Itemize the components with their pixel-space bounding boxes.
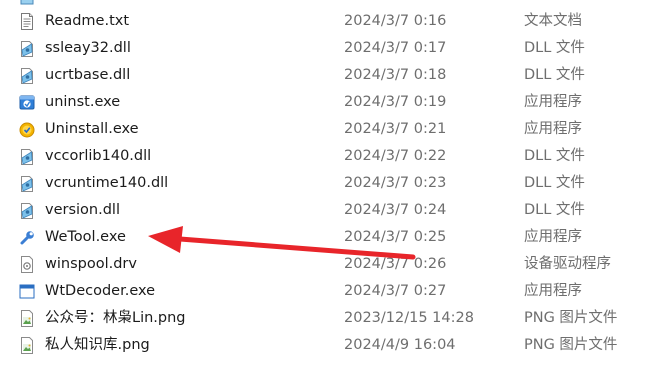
file-row[interactable]: 公众号：林枭Lin.png 2023/12/15 14:28 PNG 图片文件: [0, 305, 656, 332]
file-date: 2024/3/7 0:25: [344, 229, 447, 245]
file-name: Readme.txt: [45, 13, 130, 29]
file-row[interactable]: vcruntime140.dll 2024/3/7 0:23 DLL 文件: [0, 170, 656, 197]
file-type: 文本文档: [524, 13, 582, 29]
wrench-app-icon: [19, 229, 35, 246]
uninstall-app-icon: [19, 121, 35, 138]
file-date: 2024/3/7 0:24: [344, 202, 447, 218]
file-row-wetool[interactable]: WeTool.exe 2024/3/7 0:25 应用程序: [0, 224, 656, 251]
driver-file-icon: [19, 256, 35, 273]
installer-app-icon: [19, 94, 35, 111]
file-name: vccorlib140.dll: [45, 148, 152, 164]
file-row[interactable]: vccorlib140.dll 2024/3/7 0:22 DLL 文件: [0, 143, 656, 170]
file-row[interactable]: ssleay32.dll 2024/3/7 0:17 DLL 文件: [0, 35, 656, 62]
file-date: 2024/3/7 0:22: [344, 148, 447, 164]
file-row[interactable]: 私人知识库.png 2024/4/9 16:04 PNG 图片文件: [0, 332, 656, 359]
file-name: vcruntime140.dll: [45, 175, 169, 191]
file-name: WeTool.exe: [45, 229, 126, 245]
file-type: 应用程序: [524, 283, 582, 299]
file-date: 2024/3/7 0:27: [344, 283, 447, 299]
file-type: 应用程序: [524, 94, 582, 110]
file-type: DLL 文件: [524, 40, 585, 56]
text-file-icon: [19, 13, 35, 30]
dll-file-icon: [19, 175, 35, 192]
file-name: version.dll: [45, 202, 120, 218]
file-row[interactable]: version.dll 2024/3/7 0:24 DLL 文件: [0, 197, 656, 224]
file-type: 应用程序: [524, 229, 582, 245]
file-name: 私人知识库.png: [45, 337, 150, 353]
file-date: 2024/3/7 0:26: [344, 256, 447, 272]
file-type: PNG 图片文件: [524, 337, 618, 353]
file-row[interactable]: ucrtbase.dll 2024/3/7 0:18 DLL 文件: [0, 62, 656, 89]
dll-file-icon: [19, 40, 35, 57]
file-date: 2023/12/15 14:28: [344, 310, 474, 326]
partial-file-icon: [19, 0, 35, 5]
file-date: 2024/4/9 16:04: [344, 337, 456, 353]
file-date: 2024/3/7 0:19: [344, 94, 447, 110]
file-date: 2024/3/7 0:18: [344, 67, 447, 83]
file-type: 设备驱动程序: [524, 256, 611, 272]
file-date: 2024/3/7 0:21: [344, 121, 447, 137]
file-type: DLL 文件: [524, 202, 585, 218]
dll-file-icon: [19, 202, 35, 219]
file-type: DLL 文件: [524, 148, 585, 164]
file-row[interactable]: WtDecoder.exe 2024/3/7 0:27 应用程序: [0, 278, 656, 305]
file-name: uninst.exe: [45, 94, 121, 110]
dll-file-icon: [19, 67, 35, 84]
file-list: Readme.txt 2024/3/7 0:16 文本文档 ssleay32.d…: [0, 0, 656, 375]
file-name: ucrtbase.dll: [45, 67, 131, 83]
png-image-icon: [19, 310, 35, 327]
file-type: DLL 文件: [524, 67, 585, 83]
file-name: ssleay32.dll: [45, 40, 131, 56]
file-row[interactable]: winspool.drv 2024/3/7 0:26 设备驱动程序: [0, 251, 656, 278]
file-row[interactable]: Readme.txt 2024/3/7 0:16 文本文档: [0, 8, 656, 35]
file-name: WtDecoder.exe: [45, 283, 156, 299]
file-type: DLL 文件: [524, 175, 585, 191]
file-date: 2024/3/7 0:23: [344, 175, 447, 191]
png-image-icon: [19, 337, 35, 354]
file-date: 2024/3/7 0:16: [344, 13, 447, 29]
file-date: 2024/3/7 0:17: [344, 40, 447, 56]
file-name: winspool.drv: [45, 256, 137, 272]
file-name: Uninstall.exe: [45, 121, 139, 137]
dll-file-icon: [19, 148, 35, 165]
file-name: 公众号：林枭Lin.png: [45, 310, 186, 326]
file-type: 应用程序: [524, 121, 582, 137]
file-row[interactable]: uninst.exe 2024/3/7 0:19 应用程序: [0, 89, 656, 116]
window-app-icon: [19, 283, 35, 300]
file-row[interactable]: Uninstall.exe 2024/3/7 0:21 应用程序: [0, 116, 656, 143]
file-type: PNG 图片文件: [524, 310, 618, 326]
